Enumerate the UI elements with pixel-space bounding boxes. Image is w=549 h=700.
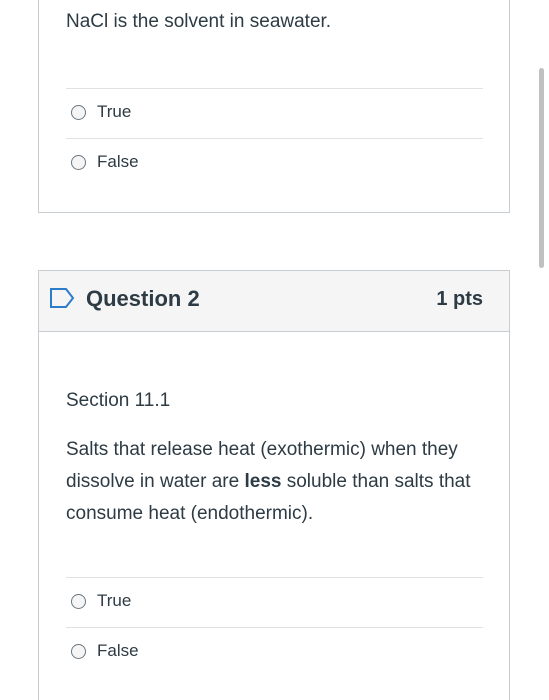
quiz-page: NaCl is the solvent in seawater. True Fa… (0, 0, 549, 700)
answer-label: True (97, 591, 132, 610)
divider (66, 138, 483, 139)
divider (66, 577, 483, 578)
question-2-points: 1 pts (436, 288, 483, 310)
question-1-text: NaCl is the solvent in seawater. (66, 11, 332, 32)
question-1-answer-true[interactable]: True (71, 100, 131, 124)
question-1-card: NaCl is the solvent in seawater. True Fa… (38, 0, 510, 213)
question-2-card: Question 2 1 pts Section 11.1 Salts that… (38, 270, 510, 700)
radio-button-icon[interactable] (71, 154, 86, 170)
answer-label: False (97, 152, 139, 171)
answer-label: False (97, 641, 139, 660)
question-2-text: Salts that release heat (exothermic) whe… (66, 434, 486, 530)
question-2-answer-true[interactable]: True (71, 589, 131, 613)
question-2-answer-false[interactable]: False (71, 639, 139, 663)
section-label: Section 11.1 (66, 390, 171, 411)
divider (66, 627, 483, 628)
question-2-header: Question 2 1 pts (39, 271, 509, 332)
radio-button-icon[interactable] (71, 593, 86, 609)
answer-label: True (97, 102, 132, 121)
question-1-answer-false[interactable]: False (71, 150, 139, 174)
radio-button-icon[interactable] (71, 643, 86, 659)
question-2-text-emphasis: less (244, 471, 282, 492)
question-2-title: Question 2 (86, 286, 200, 311)
divider (66, 88, 483, 89)
scrollbar-thumb[interactable] (539, 68, 544, 268)
flag-outline-icon[interactable] (49, 287, 76, 309)
radio-button-icon[interactable] (71, 104, 86, 120)
